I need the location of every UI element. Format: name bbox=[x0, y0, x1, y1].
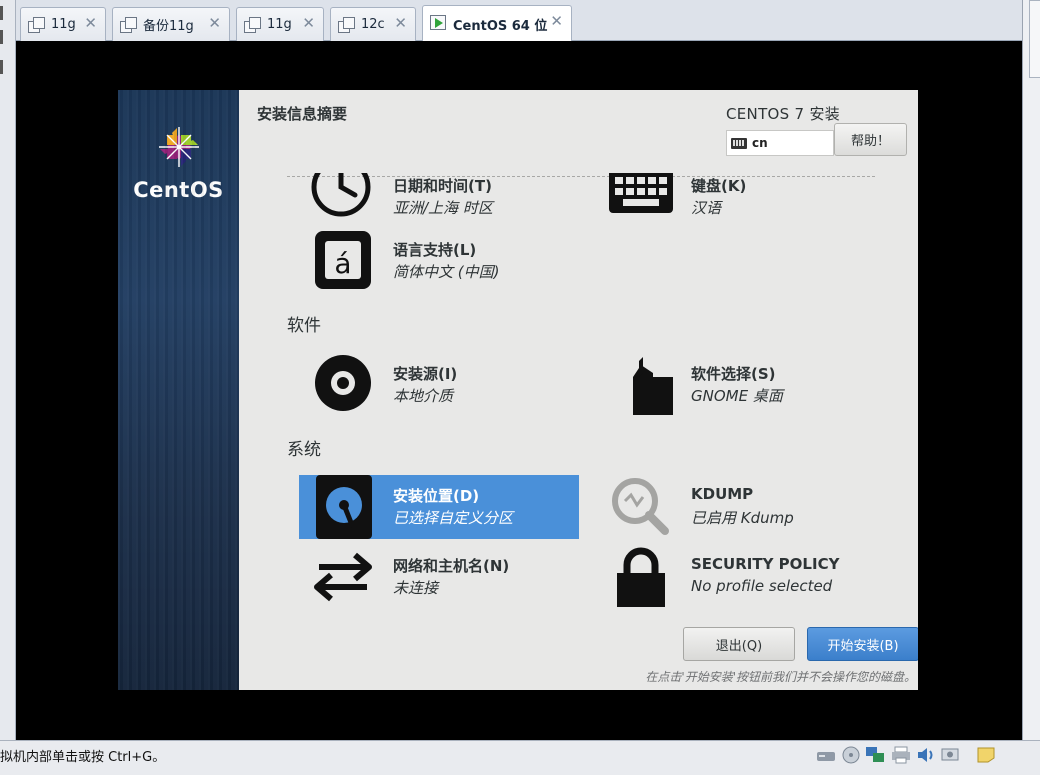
package-icon bbox=[633, 357, 673, 415]
tab-label: CentOS 64 位 bbox=[453, 18, 548, 34]
vm-icon bbox=[120, 17, 137, 33]
tab-backup-11g[interactable]: 备份11g ✕ bbox=[112, 7, 230, 41]
spoke-status: 本地介质 bbox=[393, 387, 454, 405]
disc-icon bbox=[315, 355, 371, 411]
cd-drive-icon[interactable] bbox=[841, 746, 861, 764]
quit-button[interactable]: 退出(Q) bbox=[683, 627, 795, 661]
network-arrows-icon bbox=[314, 552, 372, 602]
status-hint: 拟机内部单击或按 Ctrl+G。 bbox=[0, 750, 166, 765]
tab-11g[interactable]: 11g ✕ bbox=[20, 7, 106, 41]
spoke-name: 安装源(I) bbox=[393, 365, 458, 383]
keyboard-layout-indicator[interactable]: cn bbox=[726, 130, 834, 156]
spoke-keyboard[interactable]: 键盘(K) 汉语 bbox=[597, 173, 877, 223]
scrollbar[interactable] bbox=[1029, 0, 1040, 78]
keyboard-icon bbox=[731, 137, 747, 149]
language-icon: á bbox=[315, 231, 371, 289]
svg-text:á: á bbox=[334, 247, 351, 280]
section-system: 系统 bbox=[287, 440, 321, 460]
spoke-kdump[interactable]: KDUMP 已启用 Kdump bbox=[597, 475, 877, 539]
help-button[interactable]: 帮助！ bbox=[834, 123, 907, 156]
spoke-name: 软件选择(S) bbox=[691, 365, 776, 383]
lock-icon bbox=[617, 547, 665, 607]
installation-summary-window: CentOS 安装信息摘要 CENTOS 7 安装 cn 帮助！ 日期和时间(T… bbox=[118, 90, 918, 690]
close-icon[interactable]: ✕ bbox=[550, 14, 563, 29]
sidebar: CentOS bbox=[118, 90, 239, 690]
spoke-status: 简体中文 (中国) bbox=[393, 263, 500, 281]
hard-disk-icon[interactable] bbox=[816, 746, 836, 764]
close-icon[interactable]: ✕ bbox=[208, 16, 221, 31]
printer-icon[interactable] bbox=[891, 746, 911, 764]
spoke-software-selection[interactable]: 软件选择(S) GNOME 桌面 bbox=[597, 353, 877, 417]
host-left-panel bbox=[0, 0, 16, 740]
spoke-status: 已启用 Kdump bbox=[691, 509, 794, 527]
spoke-name: 日期和时间(T) bbox=[393, 177, 492, 195]
close-icon[interactable]: ✕ bbox=[84, 16, 97, 31]
spoke-name: 语言支持(L) bbox=[393, 241, 477, 259]
tab-12c[interactable]: 12c ✕ bbox=[330, 7, 416, 41]
spoke-name: KDUMP bbox=[691, 485, 754, 503]
network-adapter-icon[interactable] bbox=[865, 746, 885, 764]
spoke-status: No profile selected bbox=[691, 577, 833, 595]
vm-icon bbox=[338, 17, 355, 33]
vm-icon bbox=[244, 17, 261, 33]
brand-name: CentOS bbox=[133, 178, 224, 202]
message-icon[interactable] bbox=[976, 746, 996, 764]
spoke-name: 安装位置(D) bbox=[393, 487, 480, 505]
page-title: 安装信息摘要 bbox=[257, 105, 348, 123]
spoke-datetime[interactable]: 日期和时间(T) 亚洲/上海 时区 bbox=[299, 173, 579, 223]
centos-logo-icon bbox=[159, 127, 199, 167]
begin-installation-button[interactable]: 开始安装(B) bbox=[807, 627, 918, 661]
tab-label: 11g bbox=[267, 17, 292, 32]
close-icon[interactable]: ✕ bbox=[394, 16, 407, 31]
display-icon[interactable] bbox=[940, 746, 960, 764]
spoke-status: 亚洲/上海 时区 bbox=[393, 199, 493, 217]
tab-label: 12c bbox=[361, 17, 385, 32]
spoke-language[interactable]: á 语言支持(L) 简体中文 (中国) bbox=[299, 229, 579, 293]
spoke-status: 汉语 bbox=[691, 199, 722, 217]
spoke-status: GNOME 桌面 bbox=[691, 387, 783, 405]
keyboard-icon bbox=[609, 173, 673, 213]
spoke-installation-destination[interactable]: 安装位置(D) 已选择自定义分区 bbox=[299, 475, 579, 539]
spoke-name: SECURITY POLICY bbox=[691, 555, 840, 573]
product-title: CENTOS 7 安装 bbox=[726, 105, 841, 123]
spoke-status: 未连接 bbox=[393, 579, 439, 597]
magnifier-icon bbox=[612, 478, 669, 535]
spoke-network-hostname[interactable]: 网络和主机名(N) 未连接 bbox=[299, 545, 579, 609]
spoke-status: 已选择自定义分区 bbox=[393, 509, 514, 527]
vm-display[interactable]: CentOS 安装信息摘要 CENTOS 7 安装 cn 帮助！ 日期和时间(T… bbox=[16, 41, 1022, 740]
clock-icon bbox=[311, 173, 371, 217]
hard-disk-icon bbox=[316, 475, 372, 539]
keyboard-layout-label: cn bbox=[752, 136, 768, 150]
disk-warning-text: 在点击'开始安装'按钮前我们并不会操作您的磁盘。 bbox=[645, 670, 916, 684]
close-icon[interactable]: ✕ bbox=[302, 16, 315, 31]
spoke-name: 键盘(K) bbox=[691, 177, 747, 195]
running-vm-icon bbox=[430, 15, 446, 30]
vm-tab-strip: 11g ✕ 备份11g ✕ 11g ✕ 12c ✕ CentOS 64 位 ✕ bbox=[16, 0, 1022, 42]
status-bar: 拟机内部单击或按 Ctrl+G。 bbox=[0, 740, 1040, 775]
tab-11g-2[interactable]: 11g ✕ bbox=[236, 7, 324, 41]
sound-icon[interactable] bbox=[915, 746, 935, 764]
spoke-installation-source[interactable]: 安装源(I) 本地介质 bbox=[299, 353, 579, 417]
host-right-panel bbox=[1022, 0, 1040, 740]
spoke-name: 网络和主机名(N) bbox=[393, 557, 510, 575]
section-software: 软件 bbox=[287, 316, 321, 336]
tab-label: 11g bbox=[51, 17, 76, 32]
tab-label: 备份11g bbox=[143, 19, 194, 34]
spoke-security-policy[interactable]: SECURITY POLICY No profile selected bbox=[597, 545, 877, 609]
tab-centos-64[interactable]: CentOS 64 位 ✕ bbox=[422, 5, 572, 42]
vm-icon bbox=[28, 17, 45, 33]
